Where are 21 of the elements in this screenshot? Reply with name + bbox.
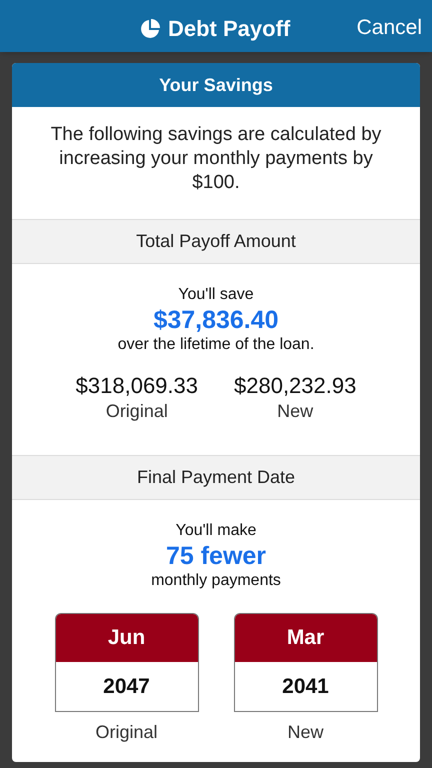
cancel-button[interactable]: Cancel xyxy=(356,12,422,44)
highlight-value: $37,836.40 xyxy=(153,305,279,335)
trail-text: over the lifetime of the loan. xyxy=(118,335,314,355)
card-title: Your Savings xyxy=(12,63,420,107)
date-label: Original xyxy=(95,721,158,744)
lead-text: You'll save xyxy=(178,285,254,305)
section-heading: Total Payoff Amount xyxy=(12,219,420,264)
intro-text: The following savings are calculated by increasing your monthly payments by $100. xyxy=(50,123,382,195)
amount-label: Original xyxy=(106,400,168,423)
amount-value: $318,069.33 xyxy=(76,373,198,399)
amount-label: New xyxy=(277,400,314,423)
month-label: Mar xyxy=(234,614,376,662)
month-label: Jun xyxy=(56,614,198,662)
pie-chart-icon xyxy=(140,18,160,38)
highlight-value: 75 fewer xyxy=(166,541,266,571)
trail-text: monthly payments xyxy=(151,571,281,591)
amount-value: $280,232.93 xyxy=(234,373,356,399)
date-label: New xyxy=(287,721,324,744)
lead-text: You'll make xyxy=(176,521,256,541)
section-heading: Final Payment Date xyxy=(12,455,420,500)
app-title: Debt Payoff xyxy=(168,15,290,43)
